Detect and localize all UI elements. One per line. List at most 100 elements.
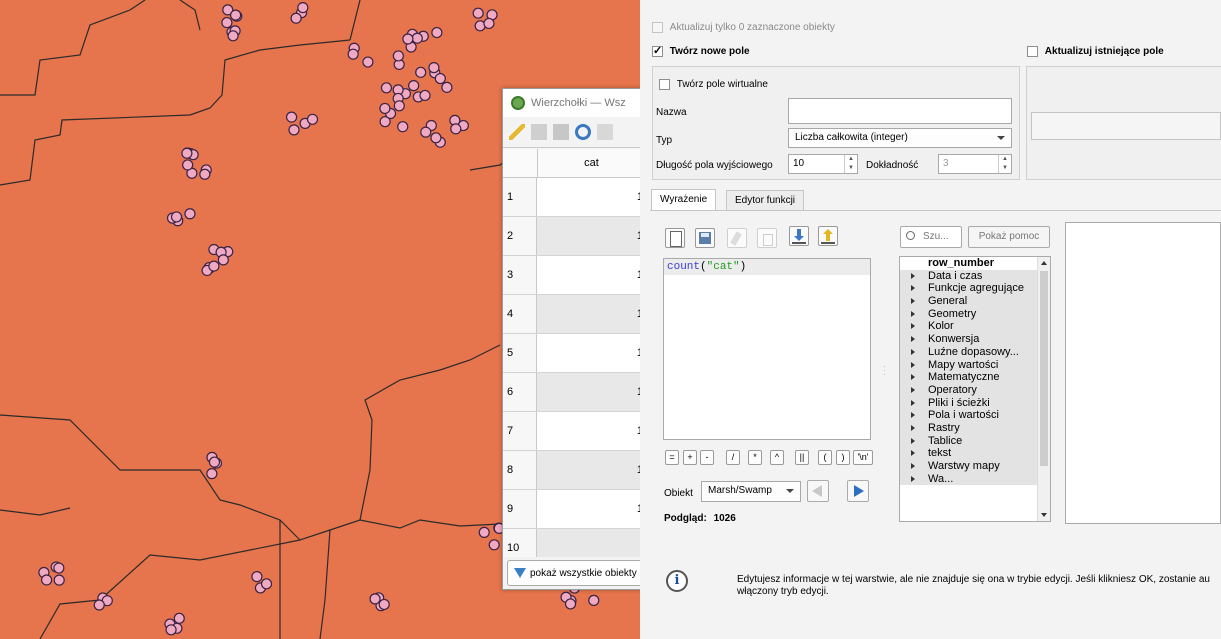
output-length-spinbox[interactable]: 10 ▲ ▼ (788, 154, 858, 174)
row-number[interactable]: 9 (503, 490, 537, 528)
expand-arrow-icon[interactable] (911, 285, 915, 292)
cell-cat[interactable]: 1 (537, 373, 645, 411)
expand-arrow-icon[interactable] (911, 374, 915, 381)
refresh-icon[interactable] (575, 124, 591, 140)
virtual-field-checkbox[interactable]: Twórz pole wirtualne (659, 79, 768, 90)
function-group[interactable]: Geometry (900, 307, 1050, 321)
operator-button[interactable]: - (700, 450, 714, 465)
operator-button[interactable]: || (795, 450, 809, 465)
existing-field-combo[interactable] (1031, 112, 1221, 140)
operator-button[interactable]: ^ (770, 450, 784, 465)
cell-cat[interactable]: 1 (537, 178, 645, 216)
table-row[interactable]: 61 (503, 373, 645, 412)
field-name-input[interactable] (788, 98, 1012, 124)
create-new-field-checkbox[interactable]: Twórz nowe pole (652, 44, 750, 57)
function-group[interactable]: Wa... (900, 472, 1050, 486)
expand-arrow-icon[interactable] (911, 463, 915, 469)
expand-arrow-icon[interactable] (911, 475, 915, 482)
row-number[interactable]: 4 (503, 295, 537, 333)
column-header-cat[interactable]: cat (538, 149, 645, 177)
expand-arrow-icon[interactable] (911, 361, 915, 368)
cell-cat[interactable]: 1 (537, 490, 645, 528)
operator-button[interactable]: + (683, 450, 697, 465)
row-number[interactable]: 1 (503, 178, 537, 216)
table-row[interactable]: 41 (503, 295, 645, 334)
table-row[interactable]: 31 (503, 256, 645, 295)
function-item-row-number[interactable]: row_number (900, 257, 1050, 270)
edit-icon[interactable] (727, 228, 747, 248)
table-row[interactable]: 21 (503, 217, 645, 256)
save-icon[interactable] (553, 124, 569, 140)
function-group[interactable]: tekst (900, 447, 1050, 460)
function-group[interactable]: Tablice (900, 434, 1050, 448)
function-group[interactable]: Mapy wartości (900, 358, 1050, 372)
expand-arrow-icon[interactable] (911, 412, 915, 419)
function-group[interactable]: Matematyczne (900, 371, 1050, 384)
attribute-table-titlebar[interactable]: Wierzchołki — Wsz (503, 89, 645, 117)
import-icon[interactable] (789, 226, 809, 246)
export-icon[interactable] (818, 226, 838, 246)
function-group[interactable]: Luźne dopasowy... (900, 345, 1050, 359)
function-group[interactable]: Rastry (900, 421, 1050, 435)
row-number[interactable]: 3 (503, 256, 537, 294)
expand-arrow-icon[interactable] (911, 386, 915, 393)
operator-button[interactable]: '\n' (853, 450, 873, 465)
row-number[interactable]: 2 (503, 217, 537, 255)
table-row[interactable]: 51 (503, 334, 645, 373)
expand-arrow-icon[interactable] (911, 399, 915, 406)
show-help-button[interactable]: Pokaż pomoc (968, 226, 1050, 248)
cell-cat[interactable]: 1 (537, 295, 645, 333)
operator-button[interactable]: / (726, 450, 740, 465)
virtual-field-box[interactable] (659, 79, 670, 90)
expression-editor[interactable]: count("cat") (663, 258, 871, 440)
previous-feature-button[interactable] (807, 480, 829, 502)
update-selected-box[interactable] (652, 22, 663, 33)
function-group[interactable]: Warstwy mapy (900, 460, 1050, 473)
expand-arrow-icon[interactable] (911, 424, 915, 431)
function-group[interactable]: Pola i wartości (900, 409, 1050, 422)
row-number[interactable]: 5 (503, 334, 537, 372)
cell-cat[interactable]: 1 (537, 451, 645, 489)
expand-arrow-icon[interactable] (911, 310, 915, 317)
function-group[interactable]: General (900, 295, 1050, 308)
trash-icon[interactable] (757, 228, 777, 248)
expand-arrow-icon[interactable] (911, 298, 915, 305)
pencil-icon[interactable] (509, 124, 525, 140)
next-feature-button[interactable] (847, 480, 869, 502)
multi-edit-icon[interactable] (531, 124, 547, 140)
expand-arrow-icon[interactable] (911, 437, 915, 444)
create-new-field-box[interactable] (652, 44, 663, 57)
table-row[interactable]: 11 (503, 178, 645, 217)
row-number[interactable]: 7 (503, 412, 537, 450)
table-row[interactable]: 91 (503, 490, 645, 529)
spin-arrows-icon[interactable]: ▲ ▼ (998, 155, 1011, 173)
operator-button[interactable]: ) (836, 450, 850, 465)
function-group[interactable]: Operatory (900, 383, 1050, 397)
function-group[interactable]: Kolor (900, 320, 1050, 334)
tab-function-editor[interactable]: Edytor funkcji (726, 190, 805, 211)
scroll-down-icon[interactable] (1041, 513, 1047, 517)
show-all-features-button[interactable]: pokaż wszystkie obiekty (507, 560, 645, 586)
cell-cat[interactable]: 1 (537, 217, 645, 255)
field-type-select[interactable]: Liczba całkowita (integer) (788, 128, 1012, 148)
expression-line[interactable]: count("cat") (664, 259, 870, 275)
expand-arrow-icon[interactable] (911, 348, 915, 355)
update-existing-field-box[interactable] (1027, 46, 1038, 57)
table-row[interactable]: 81 (503, 451, 645, 490)
attribute-table-window[interactable]: Wierzchołki — Wsz cat 112131415161718191… (502, 88, 646, 590)
update-existing-field-checkbox[interactable]: Aktualizuj istniejące pole (1027, 46, 1164, 57)
expand-arrow-icon[interactable] (911, 336, 915, 343)
operator-button[interactable]: = (665, 450, 679, 465)
new-file-icon[interactable] (665, 228, 685, 248)
tab-expression[interactable]: Wyrażenie (651, 189, 717, 210)
operator-button[interactable]: * (748, 450, 762, 465)
function-group[interactable]: Data i czas (900, 269, 1050, 283)
table-row[interactable]: 71 (503, 412, 645, 451)
cell-cat[interactable]: 1 (537, 256, 645, 294)
precision-spinbox[interactable]: 3 ▲ ▼ (938, 154, 1012, 174)
function-group[interactable]: Konwersja (900, 333, 1050, 346)
row-number[interactable]: 6 (503, 373, 537, 411)
cell-cat[interactable]: 1 (537, 334, 645, 372)
function-group[interactable]: Funkcje agregujące (900, 282, 1050, 296)
function-tree[interactable]: row_number Data i czas Funkcje agregujące G… (899, 256, 1051, 522)
